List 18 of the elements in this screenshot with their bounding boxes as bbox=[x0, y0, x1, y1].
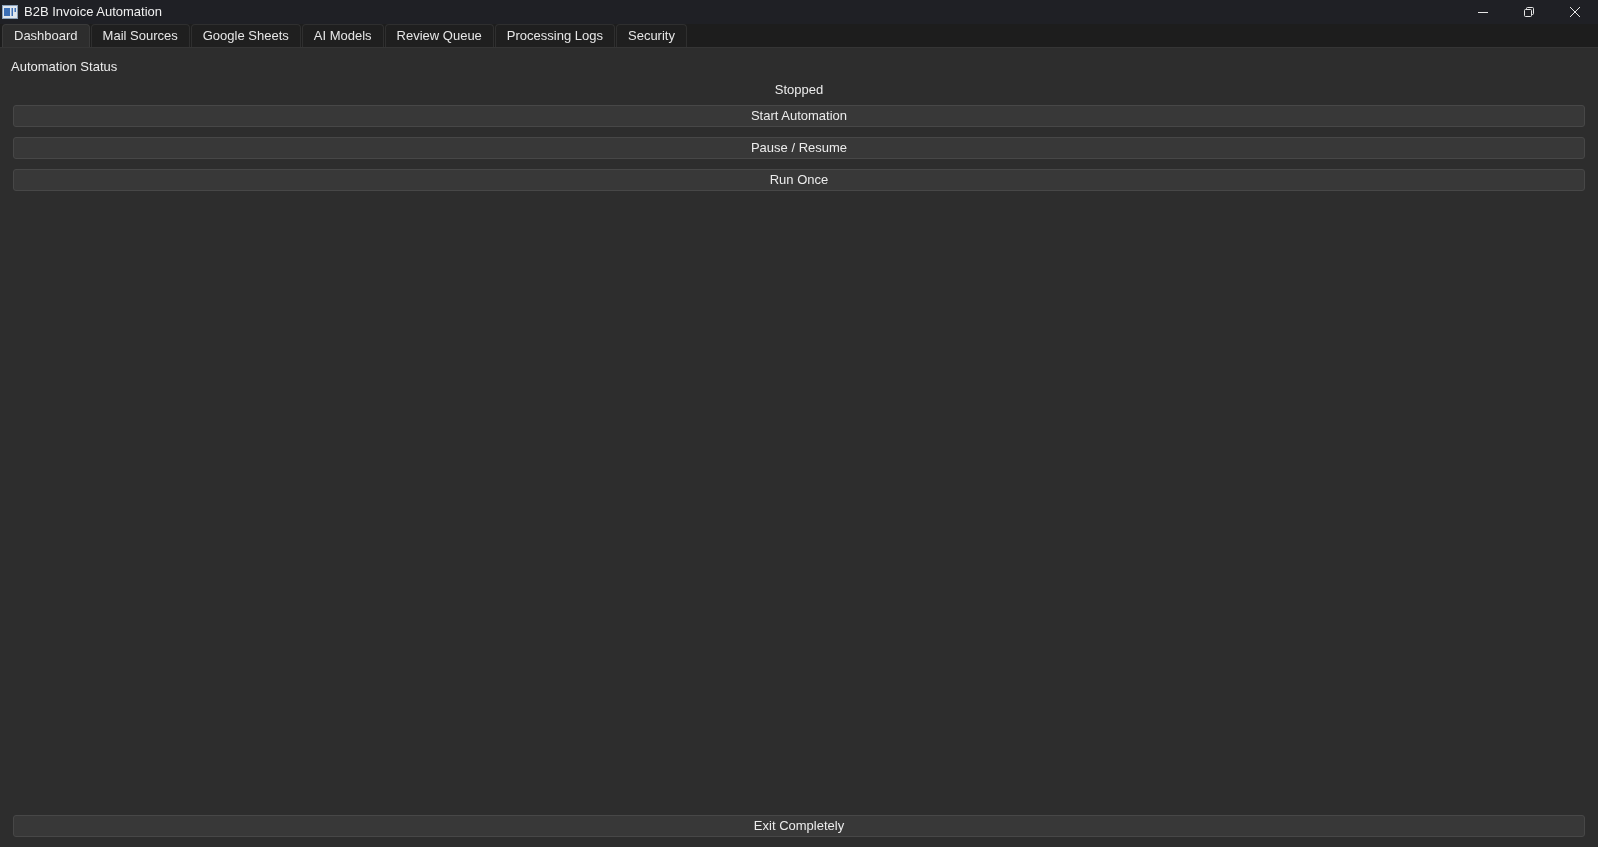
tab[interactable]: Processing Logs bbox=[494, 24, 615, 47]
status-text: Stopped bbox=[774, 82, 824, 98]
action-button[interactable]: Run Once bbox=[13, 169, 1585, 191]
app-window-icon bbox=[2, 5, 18, 19]
status-heading: Automation Status bbox=[11, 59, 119, 75]
tab[interactable]: Google Sheets bbox=[190, 24, 301, 47]
action-button[interactable]: Pause / Resume bbox=[13, 137, 1585, 159]
action-button[interactable]: Start Automation bbox=[13, 105, 1585, 127]
tab[interactable]: Mail Sources bbox=[90, 24, 190, 47]
exit-button[interactable]: Exit Completely bbox=[13, 815, 1585, 837]
window-title: B2B Invoice Automation bbox=[24, 4, 163, 20]
close-icon bbox=[1570, 7, 1580, 17]
tab[interactable]: Dashboard bbox=[2, 24, 90, 47]
tab[interactable]: AI Models bbox=[301, 24, 384, 47]
restore-icon bbox=[1524, 7, 1534, 17]
tab[interactable]: Security bbox=[616, 24, 687, 47]
minimize-icon bbox=[1478, 11, 1488, 13]
tab[interactable]: Review Queue bbox=[384, 24, 494, 47]
